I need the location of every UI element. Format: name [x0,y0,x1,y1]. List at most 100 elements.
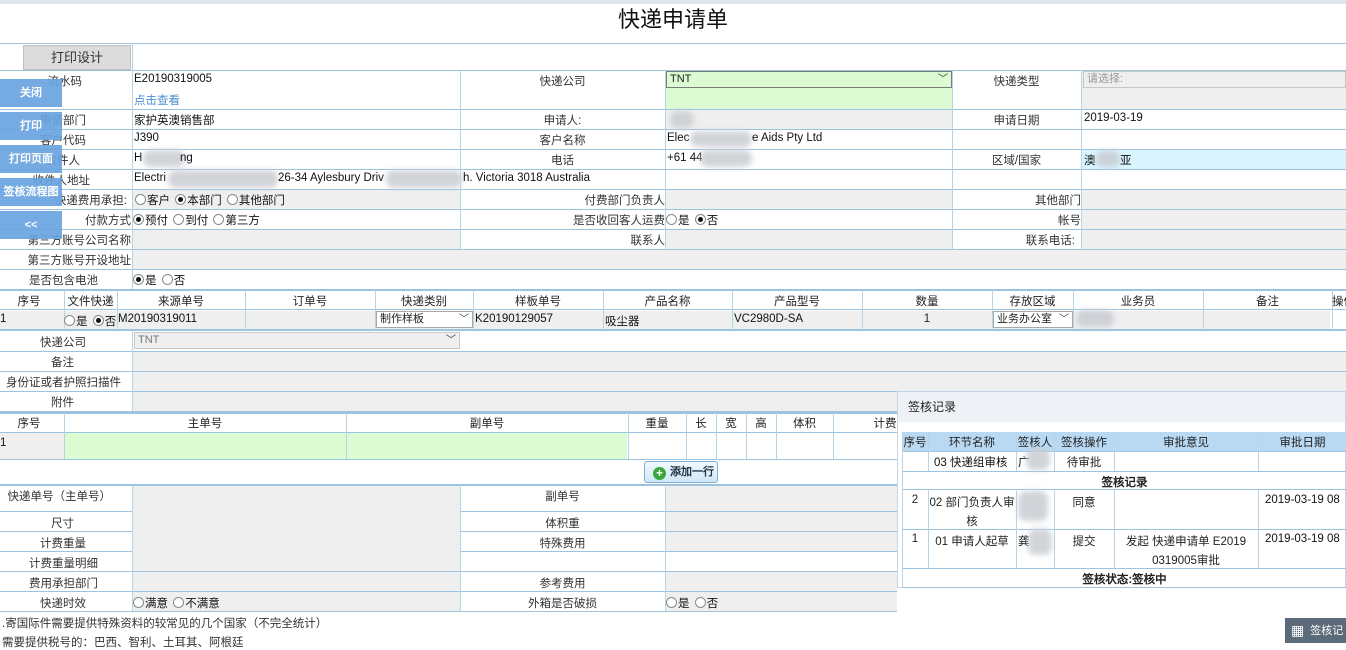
serial-view-link[interactable]: 点击查看 [134,92,180,108]
third-addr-label: 第三方账号开设地址 [27,255,132,267]
lower-company-select[interactable]: TNT ﹀ [134,332,460,349]
items-header-source: 来源单号 [158,296,204,308]
sign-row-2-date: 2019-03-19 08 [1265,494,1340,506]
pay-method-option-prepaid: 预付 [145,215,168,227]
timeliness-radio-satisfied[interactable] [133,597,144,608]
ref-fee-cell [666,572,897,591]
date-label: 申请日期 [993,115,1040,127]
attach-label: 附件 [51,397,74,409]
region-label: 区域/国家 [991,155,1042,167]
other-dept-cell [1082,190,1346,209]
items-header-remark: 备注 [1256,296,1279,308]
items-header-qty: 数量 [915,296,939,308]
timeliness-label: 快递时效 [40,598,86,610]
pay-method-radio-third[interactable] [213,214,225,225]
items-row-bg [0,311,1330,329]
fee-bearer-option-customer: 客户 [147,195,170,207]
items-qty: 1 [923,313,931,325]
items-header-model: 产品型号 [774,296,820,308]
timeliness-option-unsatisfied: 不满意 [185,598,220,610]
waybill-header-charge: 计费 [873,418,897,430]
charge-weight-label: 计费重量 [40,538,86,550]
battery-radio-yes[interactable] [133,274,144,285]
items-header-salesman: 业务员 [1120,296,1156,308]
third-company-cell [133,230,460,249]
close-button[interactable]: 关闭 [0,79,62,107]
fee-bearer-option-other-dept: 其他部门 [238,195,285,207]
custname-suffix: e Aids Pty Ltd [752,132,823,144]
print-button[interactable]: 打印 [0,112,62,140]
main-no-label: 快递单号（主单号） [7,491,112,503]
add-row-button[interactable]: + 添加一行 [644,461,718,483]
sign-row-1-opinion: 发起 快递申请单 E20190319005审批 [1125,536,1247,567]
redacted-address-1 [168,170,278,188]
pay-method-option-collect: 到付 [185,215,209,227]
third-address-cell [133,250,1346,269]
company-highlight [666,87,952,109]
size-label: 尺寸 [51,518,74,530]
company-select-value: TNT [670,73,692,85]
receiver-suffix: ng [180,152,193,164]
damage-radio-no[interactable] [694,597,706,608]
sign-header-date: 审批日期 [1279,437,1326,449]
waybill-header-width: 宽 [725,418,737,430]
recover-fee-radio-yes[interactable] [666,214,677,225]
damage-radios: 是 否 [664,595,718,611]
sign-row-1-date: 2019-03-19 08 [1265,533,1340,545]
pay-dept-head-cell [666,190,952,209]
sign-flow-button[interactable]: 签核流程图 [0,178,62,206]
account-cell [1082,210,1346,229]
contact-phone-cell [1082,230,1346,249]
sign-section-label: 签核记录 [1101,477,1148,489]
fee-bearer-radio-other-dept[interactable] [226,194,238,205]
items-area-select[interactable]: 业务办公室 ﹀ [993,311,1073,328]
address-prefix: Electri [134,172,166,184]
receiver-prefix: H [134,152,143,164]
fee-dept-cell [133,572,460,591]
battery-label: 是否包含电池 [29,275,98,287]
items-header-area: 存放区域 [1009,296,1056,308]
pay-method-radio-prepaid[interactable] [133,214,144,225]
print-page-button[interactable]: 打印页面 [0,145,62,173]
sign-record-toggle[interactable]: ▦ 签核记 [1285,618,1346,643]
items-category-select[interactable]: 制作样板 ﹀ [376,311,473,328]
items-header-product: 产品名称 [644,296,691,308]
battery-option-yes: 是 [145,275,157,287]
pay-method-option-third: 第三方 [225,215,260,227]
sub-no-label: 副单号 [545,491,580,503]
pay-dept-head-label: 付费部门负责人 [584,195,666,207]
type-select[interactable]: 请选择: [1083,71,1346,88]
contact-label: 联系人 [630,235,666,247]
id-cell [133,372,1346,391]
damage-radio-yes[interactable] [666,597,677,608]
recover-fee-option-no: 否 [706,215,719,227]
items-file-radio-no[interactable] [92,315,104,326]
items-header-order: 订单号 [292,296,328,308]
fee-bearer-radio-own-dept[interactable] [175,194,187,205]
collapse-button[interactable]: << [0,211,62,239]
address-suffix: h. Victoria 3018 Australia [463,172,591,184]
items-header-action: 操作 [1332,296,1346,308]
items-file-option-no: 否 [104,316,117,328]
recover-fee-radio-no[interactable] [694,214,706,225]
timeliness-radio-unsatisfied[interactable] [173,597,185,608]
sign-record-toggle-label: 签核记 [1310,625,1344,637]
battery-radio-no[interactable] [161,274,173,285]
company-select[interactable]: TNT ﹀ [666,71,952,88]
battery-option-no: 否 [173,275,186,287]
waybill-header-main: 主单号 [187,418,223,430]
date-value: 2019-03-19 [1084,112,1143,124]
phone-label: 电话 [551,155,574,167]
pay-method-radio-collect[interactable] [173,214,185,225]
print-design-button[interactable]: 打印设计 [23,45,131,70]
sign-row-2-step: 02 部门负责人审核 [929,497,1015,528]
lower-company-label: 快递公司 [40,337,86,349]
recover-fee-radios: 是 否 [664,212,718,228]
sign-header-step: 环节名称 [949,437,995,449]
waybill-header-weight: 重量 [645,418,669,430]
redacted-address-2 [386,170,462,188]
timeliness-option-satisfied: 满意 [145,598,168,610]
ref-fee-label: 参考费用 [539,578,586,590]
fee-bearer-radio-customer[interactable] [135,194,146,205]
items-file-radio-yes[interactable] [64,315,75,326]
